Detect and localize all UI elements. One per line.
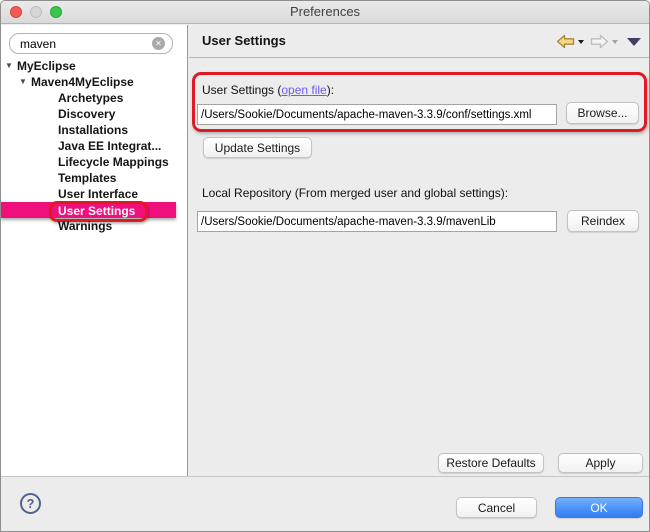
settings-path-field[interactable] bbox=[197, 104, 557, 125]
local-repository-label: Local Repository (From merged user and g… bbox=[202, 186, 508, 200]
local-repository-path-field[interactable] bbox=[197, 211, 557, 232]
forward-button-disabled[interactable] bbox=[590, 34, 618, 49]
close-button[interactable] bbox=[10, 6, 22, 18]
tree-item-label: Lifecycle Mappings bbox=[58, 155, 169, 169]
sidebar-item-templates[interactable]: Templates bbox=[1, 170, 187, 186]
panel-title: User Settings bbox=[202, 33, 286, 48]
preferences-window: Preferences ✕ ▼ MyEclipse ▼ Maven4MyEcli… bbox=[0, 0, 650, 532]
view-menu-icon[interactable] bbox=[627, 38, 641, 46]
tree-item-label: Maven4MyEclipse bbox=[31, 75, 134, 89]
history-navigation bbox=[550, 34, 641, 49]
zoom-button[interactable] bbox=[50, 6, 62, 18]
tree-item-label: Discovery bbox=[58, 107, 115, 121]
user-settings-panel: User Settings User Setting bbox=[189, 25, 649, 476]
restore-defaults-button[interactable]: Restore Defaults bbox=[438, 453, 544, 473]
traffic-lights bbox=[10, 6, 62, 18]
sidebar-item-java-ee-integration[interactable]: Java EE Integrat... bbox=[1, 138, 187, 154]
help-button[interactable]: ? bbox=[20, 493, 41, 514]
ok-button[interactable]: OK bbox=[555, 497, 643, 518]
sidebar-item-lifecycle-mappings[interactable]: Lifecycle Mappings bbox=[1, 154, 187, 170]
expander-triangle-icon[interactable]: ▼ bbox=[19, 74, 27, 90]
sidebar-item-archetypes[interactable]: Archetypes bbox=[1, 90, 187, 106]
sidebar-item-warnings[interactable]: Warnings bbox=[1, 218, 187, 234]
tree-item-label: MyEclipse bbox=[17, 59, 76, 73]
preferences-tree: ▼ MyEclipse ▼ Maven4MyEclipse Archetypes… bbox=[1, 58, 187, 234]
minimize-button[interactable] bbox=[30, 6, 42, 18]
window-title: Preferences bbox=[1, 1, 649, 23]
tree-item-label: Java EE Integrat... bbox=[58, 139, 161, 153]
sidebar-item-installations[interactable]: Installations bbox=[1, 122, 187, 138]
back-button[interactable] bbox=[556, 34, 584, 49]
reindex-button[interactable]: Reindex bbox=[567, 210, 639, 232]
sidebar-item-user-settings[interactable]: User Settings bbox=[1, 202, 176, 218]
sidebar-item-discovery[interactable]: Discovery bbox=[1, 106, 187, 122]
update-settings-button[interactable]: Update Settings bbox=[203, 137, 312, 158]
label-text: ): bbox=[327, 83, 334, 97]
tree-item-label: Warnings bbox=[58, 219, 112, 233]
expander-triangle-icon[interactable]: ▼ bbox=[5, 58, 13, 74]
back-arrow-icon bbox=[556, 34, 575, 49]
filter-search-input[interactable] bbox=[9, 33, 173, 54]
sidebar-item-user-interface[interactable]: User Interface bbox=[1, 186, 187, 202]
forward-dropdown-caret-icon bbox=[612, 40, 618, 44]
back-dropdown-caret-icon[interactable] bbox=[578, 40, 584, 44]
open-file-link[interactable]: open file bbox=[281, 83, 326, 97]
tree-item-label: Templates bbox=[58, 171, 116, 185]
panel-header: User Settings bbox=[189, 25, 649, 58]
clear-search-icon[interactable]: ✕ bbox=[152, 37, 165, 50]
browse-button[interactable]: Browse... bbox=[566, 102, 639, 124]
cancel-button[interactable]: Cancel bbox=[456, 497, 537, 518]
apply-button[interactable]: Apply bbox=[558, 453, 643, 473]
dialog-footer: ? Cancel OK bbox=[1, 476, 649, 531]
tree-item-label: Archetypes bbox=[58, 91, 123, 105]
label-text: User Settings ( bbox=[202, 83, 281, 97]
tree-item-label: User Interface bbox=[58, 187, 138, 201]
sidebar-item-maven4myeclipse[interactable]: ▼ Maven4MyEclipse bbox=[1, 74, 187, 90]
forward-arrow-icon bbox=[590, 34, 609, 49]
user-settings-file-label: User Settings (open file): bbox=[202, 83, 334, 97]
tree-item-label: Installations bbox=[58, 123, 128, 137]
preferences-sidebar: ✕ ▼ MyEclipse ▼ Maven4MyEclipse Archetyp… bbox=[1, 25, 188, 476]
titlebar: Preferences bbox=[1, 1, 649, 24]
tree-item-label: User Settings bbox=[58, 204, 135, 218]
sidebar-item-myeclipse[interactable]: ▼ MyEclipse bbox=[1, 58, 187, 74]
